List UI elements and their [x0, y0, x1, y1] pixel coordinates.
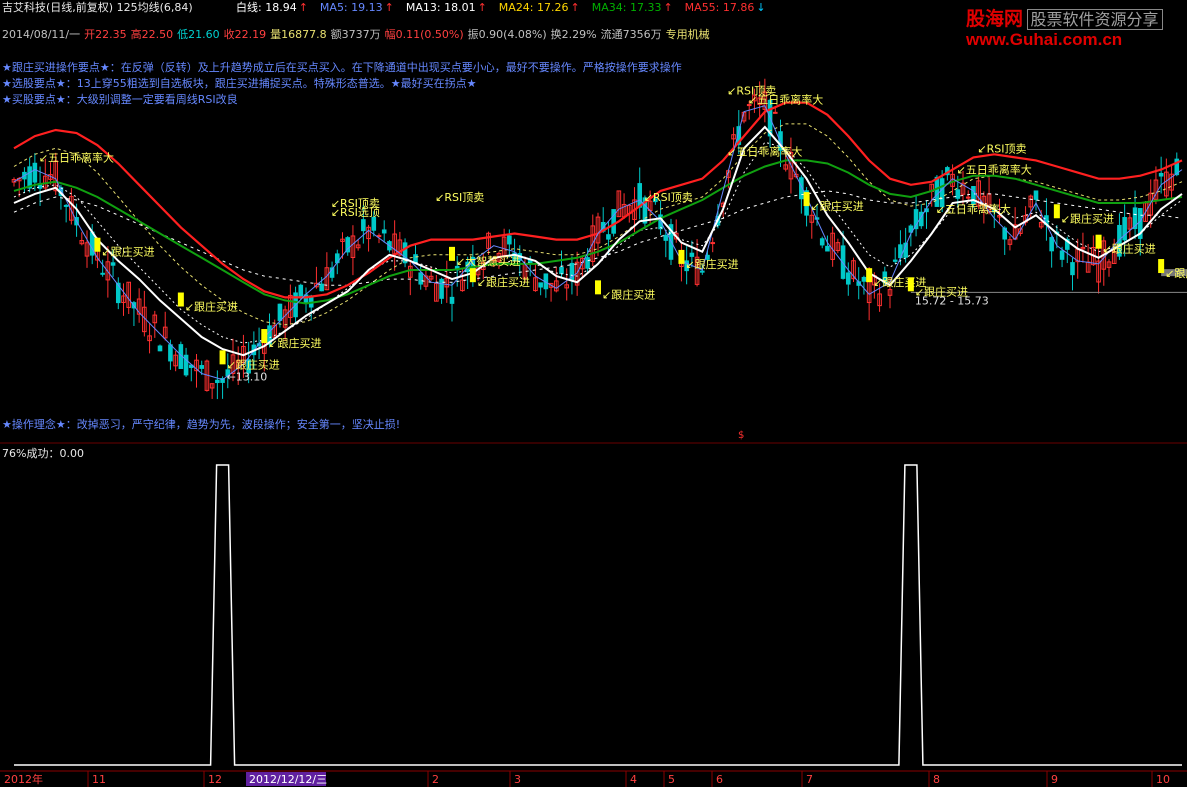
chart-canvas: ↙五日乖离率大↙跟庄买进↙跟庄买进↙跟庄买进↙跟庄买进←13.10↙RSI顶卖↙… — [0, 78, 1187, 787]
signal-label: 15.72 - 15.73 — [915, 294, 989, 307]
xaxis-tick-label: 6 — [716, 773, 723, 786]
buy-signal-bar — [94, 237, 101, 252]
candle-body — [825, 245, 830, 252]
signal-label: ↙跟庄买进 — [685, 257, 738, 271]
buy-signal-bar — [261, 329, 268, 344]
candle-body — [199, 365, 205, 369]
candle-body — [637, 183, 643, 208]
candle-body — [699, 270, 705, 273]
signal-label: ↙跟庄买进 — [268, 336, 321, 350]
signal-label: ↙五日乖离率大 — [936, 202, 1011, 216]
xaxis-tick-label: 3 — [514, 773, 521, 786]
candle-body — [955, 189, 961, 199]
signal-label: ↙大智慧买进 — [456, 254, 520, 268]
buy-signal-bar — [1158, 259, 1165, 274]
xaxis-tick-label: 12 — [208, 773, 222, 786]
candle-body — [507, 235, 512, 245]
xaxis-tick-label: 5 — [668, 773, 675, 786]
xaxis-date-label: 2012/12/12/三 — [249, 773, 327, 786]
candle-body — [965, 196, 971, 199]
candle-body — [861, 276, 867, 282]
candle-body — [157, 345, 163, 352]
candle-body — [449, 296, 455, 304]
indicator-layer — [14, 464, 1182, 766]
signal-label: ↙跟庄买进 — [101, 245, 154, 259]
candle-body — [381, 229, 387, 234]
buy-signal-bar — [177, 292, 184, 307]
candle-body — [1059, 250, 1065, 260]
candle-body — [1049, 237, 1054, 252]
signal-label: ↙RSI顶卖 — [977, 142, 1026, 155]
signal-label: ↙跟庄买进 — [185, 300, 238, 314]
candle-body — [585, 257, 590, 269]
candle-body — [1070, 262, 1075, 276]
candle-body — [168, 344, 173, 362]
xaxis-layer: 2012年 2012/12/12/三 11 12 2 3 4 5 6 7 8 9 10 — [4, 771, 1170, 787]
signal-label: ↙五日乖离率大 — [727, 144, 802, 158]
buy-signal-bar — [449, 246, 455, 261]
candle-body — [27, 166, 32, 189]
signal-label: ↙跟庄买进 — [811, 199, 864, 213]
candle-body — [892, 259, 898, 262]
xaxis-tick-label: 7 — [806, 773, 813, 786]
buy-signal-bar — [469, 268, 476, 283]
series-line-MA125 — [13, 101, 1183, 299]
candle-body — [663, 234, 669, 241]
chart-stage: 吉艾科技(日线,前复权) 125均线(6,84) 白线: 18.94 ↑ MA5: … — [0, 0, 1187, 787]
candle-body — [215, 379, 220, 384]
buy-signal-bar — [219, 350, 226, 365]
candle-body — [559, 266, 564, 275]
candle-body — [63, 204, 69, 207]
xaxis-tick-label: 2 — [432, 773, 439, 786]
xaxis-tick-label: 9 — [1051, 773, 1058, 786]
candle-body — [710, 242, 716, 245]
xaxis-year-label: 2012年 — [4, 772, 43, 786]
xaxis-tick-label: 10 — [1156, 773, 1170, 786]
signal-label: ↙五日乖离率大 — [957, 163, 1032, 177]
candle-body — [32, 162, 38, 183]
buy-signal-bar — [678, 249, 685, 264]
candle-body — [277, 303, 283, 321]
candle-body — [298, 284, 304, 298]
candle-body — [371, 216, 377, 231]
signal-label: ↙跟庄买进 — [477, 275, 530, 289]
signal-label: ↙五日乖离率大 — [748, 93, 823, 107]
candle-body — [606, 234, 611, 240]
signal-label: ↙五日乖离率大 — [39, 150, 114, 164]
xaxis-tick-label: 4 — [630, 773, 637, 786]
candle-body — [110, 262, 116, 266]
signal-label: ↙跟庄买进 — [602, 287, 655, 301]
candle-body — [413, 254, 418, 263]
buy-signal-bar — [1095, 234, 1102, 249]
candle-body — [934, 176, 940, 207]
signal-label: ↙RSI顶卖 — [644, 191, 693, 204]
signal-label: ←13.10 — [227, 371, 268, 384]
candle-body — [376, 235, 382, 238]
candle-body — [418, 272, 424, 285]
buy-signal-bar — [866, 268, 873, 283]
candle-body — [772, 111, 778, 114]
candle-body — [538, 282, 543, 288]
buy-signal-bar — [803, 192, 810, 207]
signal-label: ↙跟庄买进 — [227, 357, 280, 371]
buy-signal-bar — [1053, 204, 1060, 219]
success-rate-line — [14, 464, 1182, 766]
candle-body — [1033, 190, 1039, 200]
candle-body — [319, 283, 324, 292]
xaxis-tick-label: 8 — [933, 773, 940, 786]
buy-signal-bar — [595, 280, 601, 295]
signal-label: ↙RSI顶卖 — [435, 191, 484, 204]
candle-body — [845, 272, 851, 285]
candle-body — [361, 219, 366, 232]
candle-body — [819, 238, 825, 246]
xaxis-tick-label: 11 — [92, 773, 106, 786]
candle-body — [1158, 172, 1164, 177]
candle-body — [689, 252, 695, 257]
buy-signal-bar — [907, 277, 914, 292]
signal-label: ↙跟庄买进 — [1103, 242, 1156, 256]
candle-body — [100, 272, 105, 275]
signal-label: ↙跟庄买进 — [1165, 266, 1187, 280]
signal-label: ↙RSI选顶 — [331, 206, 380, 219]
signal-label: ↙跟庄买进 — [1061, 211, 1114, 225]
